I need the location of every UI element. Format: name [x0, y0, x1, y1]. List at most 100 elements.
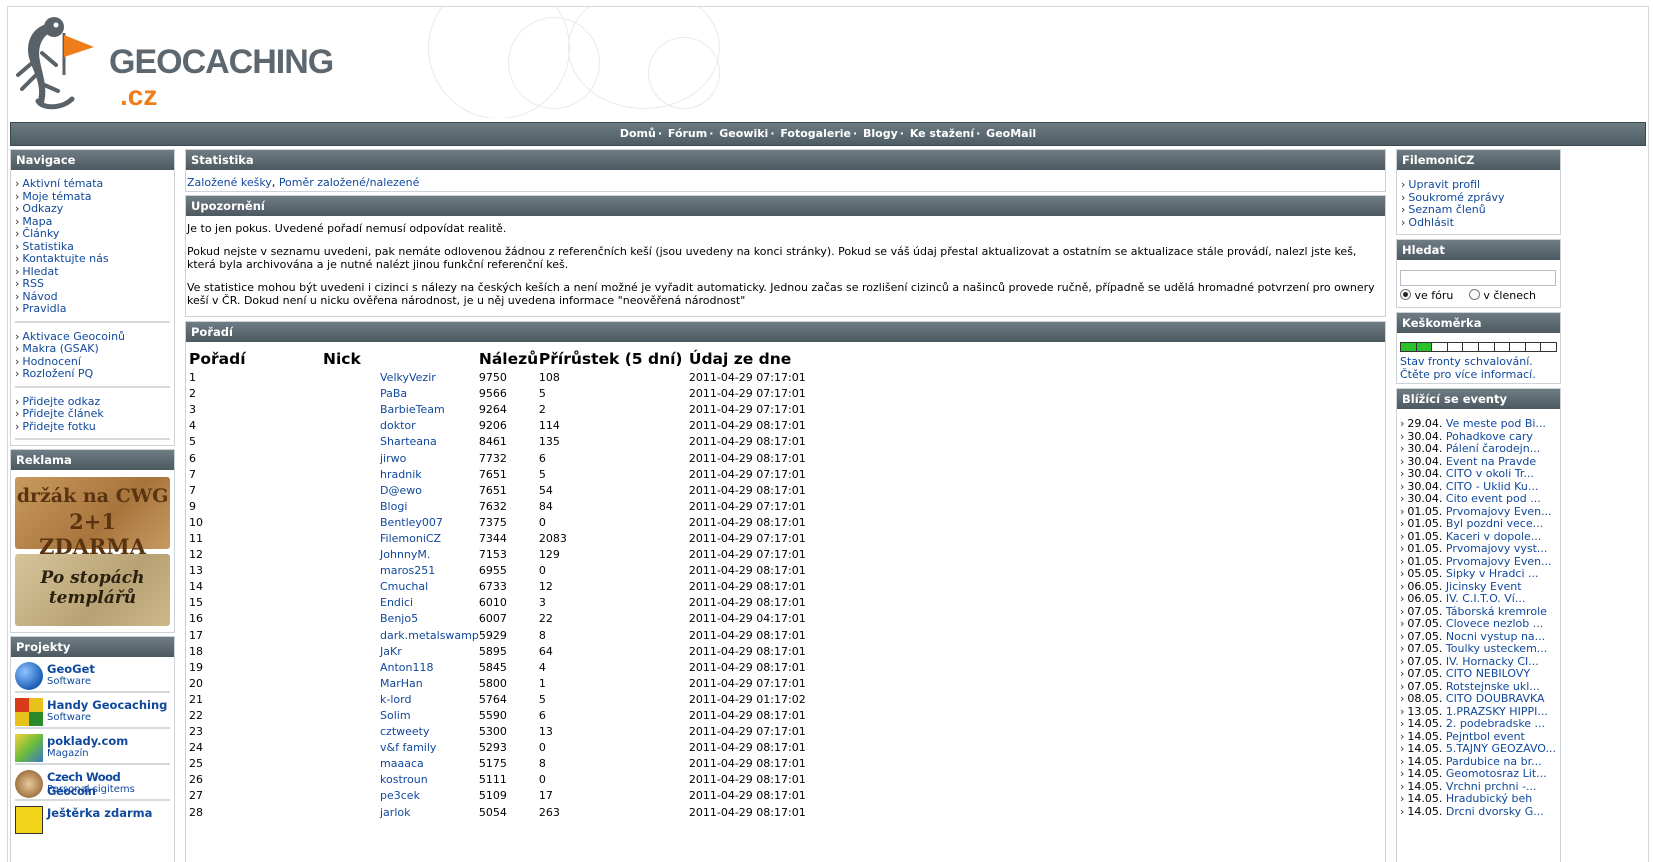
event-link[interactable]: 2. podebradske ... — [1446, 718, 1545, 730]
nav-my-topics[interactable]: Moje témata — [22, 190, 91, 203]
event-link[interactable]: Pálení čarodejn... — [1446, 443, 1540, 455]
nick-link[interactable]: Blogi — [323, 499, 479, 515]
nick-link[interactable]: v&f family — [323, 740, 479, 756]
members-list-link[interactable]: Seznam členů — [1408, 203, 1485, 216]
nav-add-photo[interactable]: Přidejte fotku — [22, 420, 95, 433]
nick-link[interactable]: VelkyVezir — [323, 370, 479, 386]
nav-pq-layout[interactable]: Rozložení PQ — [22, 367, 93, 380]
event-link[interactable]: Sipky v Hradci ... — [1446, 568, 1539, 580]
nick-link[interactable]: kostroun — [323, 772, 479, 788]
nick-link[interactable]: Benjo5 — [323, 611, 479, 627]
ratio-link[interactable]: Poměr založené/nalezené — [279, 176, 420, 189]
nick-link[interactable]: Endici — [323, 595, 479, 611]
nick-link[interactable]: doktor — [323, 418, 479, 434]
nav-search[interactable]: Hledat — [22, 265, 58, 278]
nick-link[interactable]: maaaca — [323, 756, 479, 772]
edit-profile-link[interactable]: Upravit profil — [1408, 178, 1480, 191]
radio-forum[interactable] — [1400, 289, 1411, 300]
nav-ratings[interactable]: Hodnocení — [22, 355, 81, 368]
event-link[interactable]: IV. Hornacky CI... — [1446, 656, 1539, 668]
event-link[interactable]: CITO v okoli Tr... — [1446, 468, 1534, 480]
nick-link[interactable]: Anton118 — [323, 660, 479, 676]
nick-link[interactable]: BarbieTeam — [323, 402, 479, 418]
ad-banner-cwg[interactable]: držák na CWG 2+1 ZDARMA — [15, 477, 170, 559]
event-link[interactable]: Ve meste pod Bi... — [1446, 418, 1546, 430]
event-link[interactable]: Pohadkove cary — [1446, 431, 1533, 443]
nav-geocoin-activation[interactable]: Aktivace Geocoinů — [22, 330, 125, 343]
nick-link[interactable]: Sharteana — [323, 434, 479, 450]
nav-active-topics[interactable]: Aktivní témata — [22, 177, 103, 190]
event-link[interactable]: Prvomajovy Even... — [1446, 556, 1552, 568]
event-link[interactable]: Pejntbol event — [1446, 731, 1525, 743]
event-link[interactable]: Prvomajovy vyst... — [1446, 543, 1548, 555]
nav-map[interactable]: Mapa — [22, 215, 52, 228]
nav-contact[interactable]: Kontaktujte nás — [22, 252, 108, 265]
event-link[interactable]: IV. C.I.T.O. Ví... — [1446, 593, 1525, 605]
nav-gsak-macros[interactable]: Makra (GSAK) — [22, 342, 98, 355]
ad-banner-templars[interactable]: Po stopách templářů — [15, 554, 170, 626]
nick-link[interactable]: Bentley007 — [323, 515, 479, 531]
nick-link[interactable]: maros251 — [323, 563, 479, 579]
nick-link[interactable]: D@ewo — [323, 483, 479, 499]
private-messages-link[interactable]: Soukromé zprávy — [1408, 191, 1504, 204]
project-jesterka[interactable]: Ještěrka zdarma — [15, 801, 170, 835]
project-handy-geocaching[interactable]: Handy Geocaching Software — [15, 693, 170, 729]
topnav-geowiki[interactable]: Geowiki — [719, 127, 768, 140]
nick-link[interactable]: jarlok — [323, 805, 479, 821]
nick-link[interactable]: dark.metalswamp — [323, 628, 479, 644]
nick-link[interactable]: k-lord — [323, 692, 479, 708]
topnav-blogs[interactable]: Blogy — [863, 127, 898, 140]
nav-statistics[interactable]: Statistika — [22, 240, 73, 253]
event-link[interactable]: Cito event pod ... — [1446, 493, 1541, 505]
event-link[interactable]: Event na Pravde — [1446, 456, 1536, 468]
nav-articles[interactable]: Články — [22, 227, 59, 240]
event-link[interactable]: Vrchni prchni -... — [1446, 781, 1537, 793]
event-link[interactable]: Hradubický beh — [1446, 793, 1532, 805]
logout-link[interactable]: Odhlásit — [1408, 216, 1454, 229]
queue-info-link[interactable]: Čtěte pro více informací. — [1400, 368, 1536, 382]
event-link[interactable]: Táborská kremrole — [1446, 606, 1547, 618]
event-link[interactable]: 1.PRAZSKY HIPPI... — [1446, 706, 1548, 718]
nav-links[interactable]: Odkazy — [22, 202, 63, 215]
event-link[interactable]: Rotstejnske ukl... — [1446, 681, 1540, 693]
project-poklady[interactable]: poklady.com Magazín — [15, 729, 170, 765]
project-geoget[interactable]: GeoGet Software — [15, 657, 170, 693]
event-link[interactable]: Prvomajovy Even... — [1446, 506, 1552, 518]
topnav-geomail[interactable]: GeoMail — [986, 127, 1036, 140]
logo-text[interactable]: GEOCACHING — [109, 43, 334, 82]
event-link[interactable]: Clovece nezlob ... — [1446, 618, 1543, 630]
project-czech-wood-geocoin[interactable]: Czech Wood Geocoin Personal sigitems — [15, 765, 170, 801]
nick-link[interactable]: FilemoniCZ — [323, 531, 479, 547]
event-link[interactable]: CITO NEBILOVY — [1446, 668, 1530, 680]
nav-rules[interactable]: Pravidla — [22, 302, 66, 315]
topnav-photogallery[interactable]: Fotogalerie — [780, 127, 851, 140]
lizard-logo-icon[interactable] — [12, 13, 107, 111]
nick-link[interactable]: Cmuchal — [323, 579, 479, 595]
nick-link[interactable]: pe3cek — [323, 788, 479, 804]
event-link[interactable]: Byl pozdni vece... — [1446, 518, 1543, 530]
event-link[interactable]: Toulky usteckem... — [1446, 643, 1547, 655]
nick-link[interactable]: jirwo — [323, 450, 479, 466]
nav-add-article[interactable]: Přidejte článek — [22, 407, 103, 420]
event-link[interactable]: CITO - Uklid Ku... — [1446, 481, 1538, 493]
radio-members[interactable] — [1468, 289, 1480, 300]
nick-link[interactable]: PaBa — [323, 386, 479, 402]
topnav-forum[interactable]: Fórum — [668, 127, 707, 140]
event-link[interactable]: Jicinsky Event — [1446, 581, 1522, 593]
queue-status-link[interactable]: Stav fronty schvalování. — [1400, 355, 1536, 369]
event-link[interactable]: Kaceri v dopole... — [1446, 531, 1541, 543]
event-link[interactable]: CITO DOUBRAVKA — [1446, 693, 1545, 705]
nick-link[interactable]: Solim — [323, 708, 479, 724]
event-link[interactable]: Pardubice na br... — [1446, 756, 1542, 768]
event-link[interactable]: Geomotosraz Lit... — [1446, 768, 1547, 780]
search-input[interactable] — [1400, 270, 1556, 286]
nav-rss[interactable]: RSS — [22, 277, 44, 290]
event-link[interactable]: 5.TAJNÝ GEOZÁVO... — [1446, 743, 1556, 755]
nick-link[interactable]: JaKr — [323, 644, 479, 660]
nav-add-link[interactable]: Přidejte odkaz — [22, 395, 100, 408]
founded-caches-link[interactable]: Založené kešky — [187, 176, 272, 189]
topnav-home[interactable]: Domů — [620, 127, 656, 140]
topnav-downloads[interactable]: Ke stažení — [910, 127, 974, 140]
nick-link[interactable]: MarHan — [323, 676, 479, 692]
logo-suffix[interactable]: .cz — [120, 80, 157, 112]
